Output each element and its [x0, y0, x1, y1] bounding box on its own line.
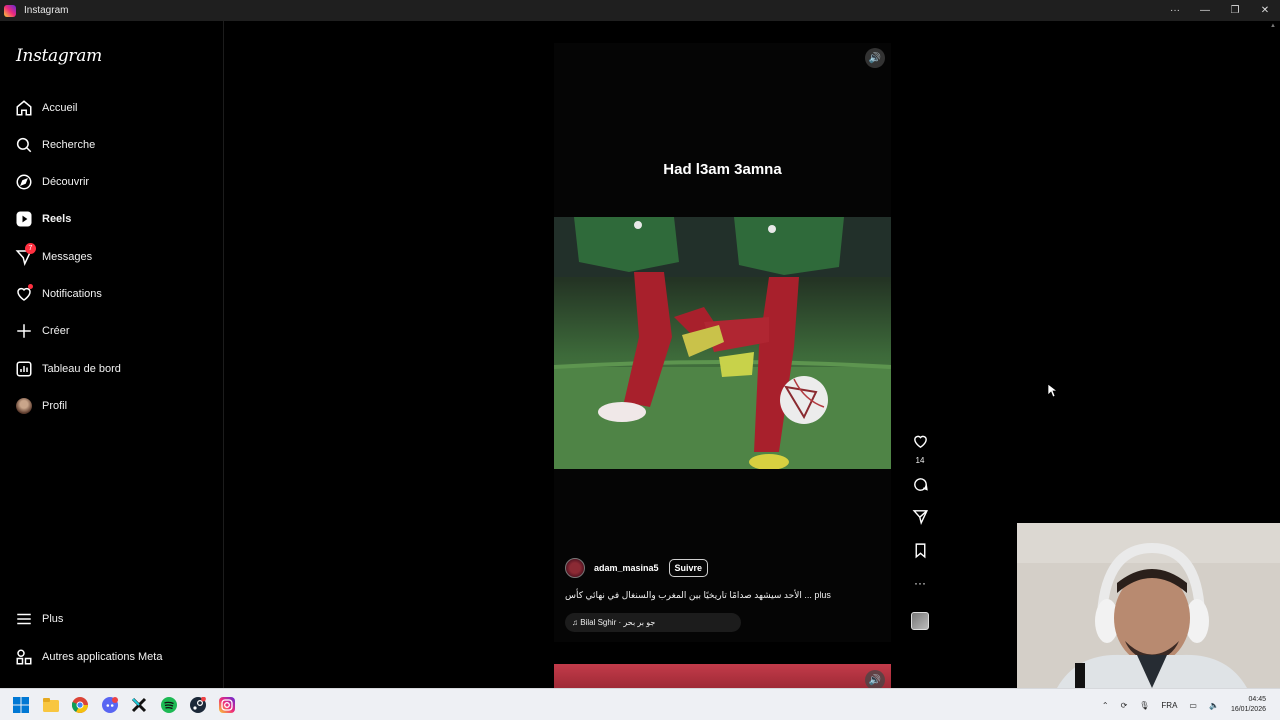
- comment-button[interactable]: [906, 476, 934, 498]
- heart-icon: [14, 284, 34, 304]
- chrome-icon[interactable]: [72, 697, 88, 713]
- spotify-icon[interactable]: [161, 697, 177, 713]
- instagram-icon[interactable]: [219, 697, 235, 713]
- bookmark-icon: [912, 542, 929, 564]
- video-frame[interactable]: [554, 217, 891, 469]
- restore-button[interactable]: ❐: [1220, 0, 1250, 21]
- language-indicator[interactable]: FRA: [1161, 701, 1177, 710]
- more-icon: ···: [914, 576, 926, 590]
- dashboard-icon: [14, 359, 34, 379]
- sidebar-item-label: Créer: [42, 325, 70, 337]
- clock-time: 04:45: [1248, 696, 1266, 703]
- sidebar-item-label: Reels: [42, 213, 72, 225]
- microphone-icon[interactable]: 🎙: [1139, 701, 1149, 710]
- windows-start-icon[interactable]: [13, 697, 29, 713]
- sidebar-item-dashboard[interactable]: Tableau de bord: [14, 356, 214, 382]
- meta-apps-icon: [14, 647, 34, 667]
- sidebar-item-home[interactable]: Accueil: [14, 95, 214, 121]
- author-username[interactable]: adam_masina5: [594, 563, 659, 573]
- scroll-up-icon[interactable]: ▲: [1270, 23, 1276, 29]
- like-button[interactable]: 14: [906, 433, 934, 465]
- audio-thumbnail: [911, 612, 929, 630]
- minimize-button[interactable]: —: [1190, 0, 1220, 21]
- windows-taskbar: ⌃ ⟳ 🎙 FRA ▭ 🔈 04:45 16/01/2026: [0, 688, 1280, 720]
- comment-icon: [912, 476, 929, 498]
- follow-button[interactable]: Suivre: [668, 559, 709, 577]
- sidebar-item-label: Autres applications Meta: [42, 651, 163, 663]
- reels-icon: [14, 209, 34, 229]
- system-clock[interactable]: 04:45 16/01/2026: [1231, 695, 1266, 715]
- audio-button[interactable]: [906, 612, 934, 630]
- notification-dot: [28, 284, 33, 289]
- sidebar-item-profile[interactable]: Profil: [14, 393, 214, 419]
- home-icon: [14, 98, 34, 118]
- sidebar-item-label: Accueil: [42, 102, 78, 114]
- sidebar-item-label: Recherche: [42, 139, 96, 151]
- capcut-icon[interactable]: [131, 697, 147, 713]
- chevron-up-icon[interactable]: ⌃: [1102, 701, 1109, 710]
- reel-author: adam_masina5 Suivre: [565, 558, 709, 578]
- messenger-icon: 7: [14, 243, 36, 267]
- sidebar-item-create[interactable]: Créer: [14, 318, 214, 344]
- sidebar-item-reels[interactable]: Reels: [14, 206, 214, 232]
- sidebar-item-label: Découvrir: [42, 176, 90, 188]
- sidebar-item-label: Profil: [42, 400, 68, 412]
- steam-icon[interactable]: [190, 697, 206, 713]
- instagram-app-icon: [4, 4, 16, 17]
- more-options-button[interactable]: ···: [1160, 0, 1190, 21]
- sidebar-item-messages[interactable]: 7 Messages: [14, 243, 214, 270]
- webcam-overlay: [1017, 523, 1280, 688]
- next-reel-preview[interactable]: 🔊: [554, 664, 891, 688]
- volume-icon[interactable]: 🔈: [1209, 701, 1219, 710]
- sidebar-item-meta-apps[interactable]: Autres applications Meta: [14, 644, 214, 670]
- avatar: [16, 398, 32, 414]
- more-button[interactable]: ···: [906, 576, 934, 590]
- compass-icon: [14, 172, 34, 192]
- sidebar-item-explore[interactable]: Découvrir: [14, 169, 214, 195]
- system-tray: ⌃ ⟳ 🎙 FRA ▭ 🔈 04:45 16/01/2026: [1096, 689, 1280, 720]
- reel-description[interactable]: الأحد سيشهد صدامًا تاريخيًا بين المغرب و…: [565, 590, 831, 601]
- discord-icon[interactable]: [102, 697, 118, 713]
- sync-icon[interactable]: ⟳: [1121, 701, 1128, 710]
- sidebar-item-label: Plus: [42, 613, 64, 625]
- profile-icon-wrap: [14, 396, 34, 416]
- author-avatar[interactable]: [565, 558, 585, 578]
- file-explorer-icon[interactable]: [43, 697, 59, 713]
- monitor-icon[interactable]: ▭: [1189, 701, 1197, 710]
- sidebar-item-label: Tableau de bord: [42, 363, 121, 375]
- reel-music[interactable]: ♫ Bilal Sghir · جو بر بحر: [565, 613, 741, 632]
- sidebar-item-label: Messages: [42, 251, 93, 263]
- sidebar-item-label: Notifications: [42, 288, 102, 300]
- like-count: 14: [915, 456, 925, 465]
- messages-badge: 7: [25, 243, 36, 254]
- clock-date: 16/01/2026: [1230, 706, 1266, 713]
- menu-icon: [14, 609, 34, 629]
- reel-overlay-text: Had l3am 3amna: [663, 161, 782, 178]
- reel-video[interactable]: 🔊 Had l3am 3amna adam_masina5 Suivre الأ…: [554, 43, 891, 642]
- webcam-person-image: [1017, 523, 1280, 688]
- share-button[interactable]: [906, 508, 934, 530]
- window-controls: ··· — ❐ ✕: [1160, 0, 1280, 21]
- sidebar-item-notifications[interactable]: Notifications: [14, 281, 214, 307]
- send-icon: [912, 508, 929, 530]
- sidebar-item-more[interactable]: Plus: [14, 606, 214, 632]
- mouse-cursor-icon: [1048, 384, 1057, 398]
- close-button[interactable]: ✕: [1250, 0, 1280, 21]
- sidebar: Instagram Accueil Recherche Découvrir Re…: [0, 21, 224, 688]
- search-icon: [14, 135, 34, 155]
- heart-icon: [912, 433, 929, 455]
- speaker-icon[interactable]: 🔊: [865, 670, 885, 688]
- plus-icon: [14, 321, 34, 341]
- instagram-logo[interactable]: Instagram: [16, 46, 102, 66]
- sidebar-item-search[interactable]: Recherche: [14, 132, 214, 158]
- football-scene-illustration: [554, 217, 891, 469]
- window-title-bar: Instagram ··· — ❐ ✕: [0, 0, 1280, 21]
- speaker-icon[interactable]: 🔊: [865, 48, 885, 68]
- save-button[interactable]: [906, 542, 934, 564]
- window-title: Instagram: [24, 5, 69, 16]
